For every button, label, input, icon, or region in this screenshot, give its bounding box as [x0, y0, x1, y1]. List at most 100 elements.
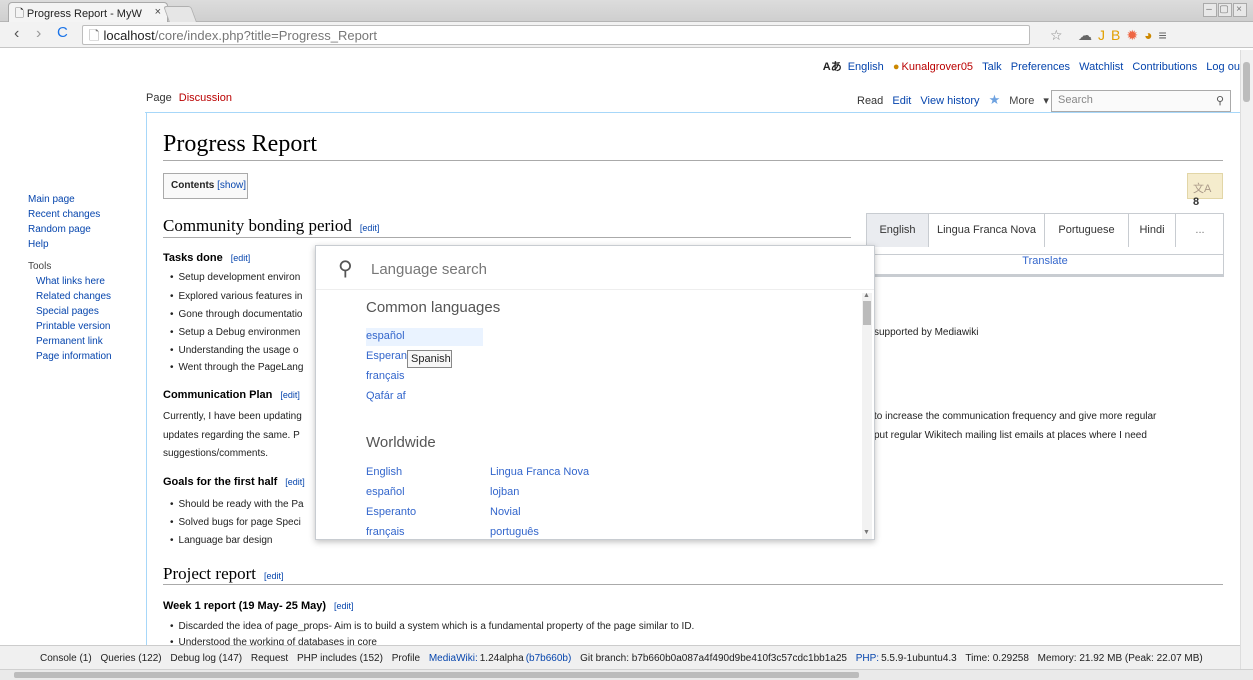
language-search-bar[interactable]: ⚲ Language search — [316, 246, 874, 290]
search-icon[interactable]: ⚲ — [1216, 94, 1224, 107]
more-label: More — [1009, 95, 1035, 107]
subheading-communication-plan: Communication Plan [edit] — [163, 389, 300, 401]
page-vertical-scrollbar[interactable] — [1240, 50, 1253, 670]
page-horizontal-scroll-thumb[interactable] — [14, 672, 859, 678]
reload-icon[interactable]: C — [57, 24, 68, 41]
language-option[interactable]: français — [366, 526, 405, 538]
debug-console[interactable]: Console (1) — [40, 653, 92, 664]
tab-more[interactable]: More ▾ — [1009, 95, 1055, 107]
translation-tab-lingua-franca-nova[interactable]: Lingua Franca Nova — [929, 214, 1045, 247]
personal-user[interactable]: Kunalgrover05 — [902, 61, 974, 73]
sidebar-item-permanent-link[interactable]: Permanent link — [36, 336, 103, 347]
edit-link[interactable]: [edit] — [231, 253, 251, 263]
common-languages-heading: Common languages — [366, 299, 501, 316]
edit-link[interactable]: [edit] — [280, 390, 300, 400]
sidebar-item-what-links-here[interactable]: What links here — [36, 276, 105, 287]
language-list-scroll-thumb[interactable] — [863, 301, 871, 325]
edit-link[interactable]: [edit] — [285, 477, 305, 487]
translation-tab-more[interactable]: ... — [1176, 214, 1224, 247]
personal-contributions[interactable]: Contributions — [1132, 61, 1197, 73]
debug-php-includes[interactable]: PHP includes (152) — [297, 653, 383, 664]
minimize-icon[interactable]: – — [1203, 3, 1217, 17]
watch-star-icon[interactable]: ★ — [989, 92, 1001, 107]
personal-preferences[interactable]: Preferences — [1011, 61, 1070, 73]
debug-queries[interactable]: Queries (122) — [100, 653, 161, 664]
close-tab-icon[interactable]: × — [155, 6, 161, 18]
personal-language[interactable]: English — [848, 61, 884, 73]
section-heading-community-bonding: Community bonding period [edit] — [163, 216, 379, 236]
debug-mediawiki-hash[interactable]: (b7b660b) — [526, 653, 572, 664]
debug-time: Time: 0.29258 — [965, 653, 1029, 664]
language-option[interactable]: lojban — [490, 486, 519, 498]
page-vertical-scroll-thumb[interactable] — [1243, 62, 1250, 102]
language-option[interactable]: español — [366, 486, 405, 498]
tab-page[interactable]: Page — [146, 92, 172, 104]
translation-tab-english[interactable]: English — [867, 214, 929, 247]
browser-tab[interactable]: 🗋 Progress Report - MyW × — [8, 2, 168, 22]
sidebar-item-main-page[interactable]: Main page — [28, 194, 75, 205]
sidebar-item-help[interactable]: Help — [28, 239, 49, 250]
tab-edit[interactable]: Edit — [892, 95, 911, 107]
subheading-title: Week 1 report (19 May- 25 May) — [163, 600, 327, 612]
tab-discussion[interactable]: Discussion — [179, 92, 232, 104]
translation-tab-hindi[interactable]: Hindi — [1129, 214, 1176, 247]
language-option[interactable]: English — [366, 466, 402, 478]
translations-badge[interactable]: 文A 8 — [1187, 173, 1223, 208]
sidebar-item-page-information[interactable]: Page information — [36, 351, 112, 362]
sidebar-item-printable-version[interactable]: Printable version — [36, 321, 110, 332]
window-controls: – ▢ × — [1202, 3, 1247, 17]
menu-icon[interactable]: ≡ — [1159, 27, 1173, 43]
list-item: Should be ready with the Pa — [170, 499, 304, 510]
sidebar-item-special-pages[interactable]: Special pages — [36, 306, 99, 317]
list-item: Explored various features in — [170, 291, 303, 302]
close-window-icon[interactable]: × — [1233, 3, 1247, 17]
edit-link[interactable]: [edit] — [360, 223, 380, 233]
debug-request[interactable]: Request — [251, 653, 288, 664]
language-option[interactable]: Esperanto — [366, 506, 416, 518]
search-placeholder: Search — [1058, 94, 1093, 106]
sidebar-item-recent-changes[interactable]: Recent changes — [28, 209, 100, 220]
section-underline — [163, 237, 851, 238]
personal-logout[interactable]: Log out — [1206, 61, 1243, 73]
new-tab-button[interactable] — [163, 6, 197, 22]
address-bar[interactable]: 🗋 localhost/core/index.php?title=Progress… — [82, 25, 1030, 45]
personal-talk[interactable]: Talk — [982, 61, 1002, 73]
jb-extension-icon[interactable]: JB — [1098, 27, 1126, 43]
debug-log[interactable]: Debug log (147) — [170, 653, 242, 664]
debug-profile[interactable]: Profile — [392, 653, 420, 664]
edit-link[interactable]: [edit] — [334, 601, 354, 611]
subheading-title: Communication Plan — [163, 389, 273, 401]
toc-show-link[interactable]: [show] — [217, 180, 246, 191]
language-option[interactable]: Lingua Franca Nova — [490, 466, 589, 478]
personal-watchlist[interactable]: Watchlist — [1079, 61, 1123, 73]
forward-icon[interactable]: › — [36, 25, 41, 43]
url-path: /core/index.php?title=Progress_Report — [154, 28, 377, 43]
tab-view-history[interactable]: View history — [920, 95, 979, 107]
fruit-extension-icon[interactable]: ◕ — [1144, 27, 1158, 43]
language-list-scrollbar[interactable] — [862, 293, 872, 539]
translate-link[interactable]: Translate — [866, 254, 1224, 272]
star-bookmark-icon[interactable]: ☆ — [1050, 27, 1063, 44]
list-item: Gone through documentatio — [170, 309, 303, 320]
cloud-extension-icon[interactable]: ☁ — [1078, 27, 1098, 43]
language-option[interactable]: français — [366, 370, 405, 382]
back-icon[interactable]: ‹ — [14, 25, 19, 43]
sidebar-item-random-page[interactable]: Random page — [28, 224, 91, 235]
debug-php-label[interactable]: PHP: — [856, 653, 879, 664]
bird-extension-icon[interactable]: ✹ — [1126, 27, 1144, 43]
debug-mediawiki-label[interactable]: MediaWiki: — [429, 653, 478, 664]
sidebar-item-related-changes[interactable]: Related changes — [36, 291, 111, 302]
language-option[interactable]: Novial — [490, 506, 521, 518]
edit-link[interactable]: [edit] — [264, 571, 284, 581]
language-search-input[interactable]: Language search — [371, 261, 487, 278]
language-option[interactable]: português — [490, 526, 539, 538]
search-input[interactable]: Search ⚲ — [1051, 90, 1231, 112]
maximize-icon[interactable]: ▢ — [1218, 3, 1232, 17]
extension-icons: ☁JB✹◕≡ — [1078, 27, 1173, 44]
language-option[interactable]: español — [366, 330, 405, 342]
translation-tab-portuguese[interactable]: Portuguese — [1045, 214, 1129, 247]
scroll-up-icon[interactable]: ▲ — [863, 292, 870, 299]
language-option[interactable]: Qafár af — [366, 390, 406, 402]
tab-read[interactable]: Read — [857, 95, 883, 107]
scroll-down-icon[interactable]: ▼ — [863, 529, 870, 536]
